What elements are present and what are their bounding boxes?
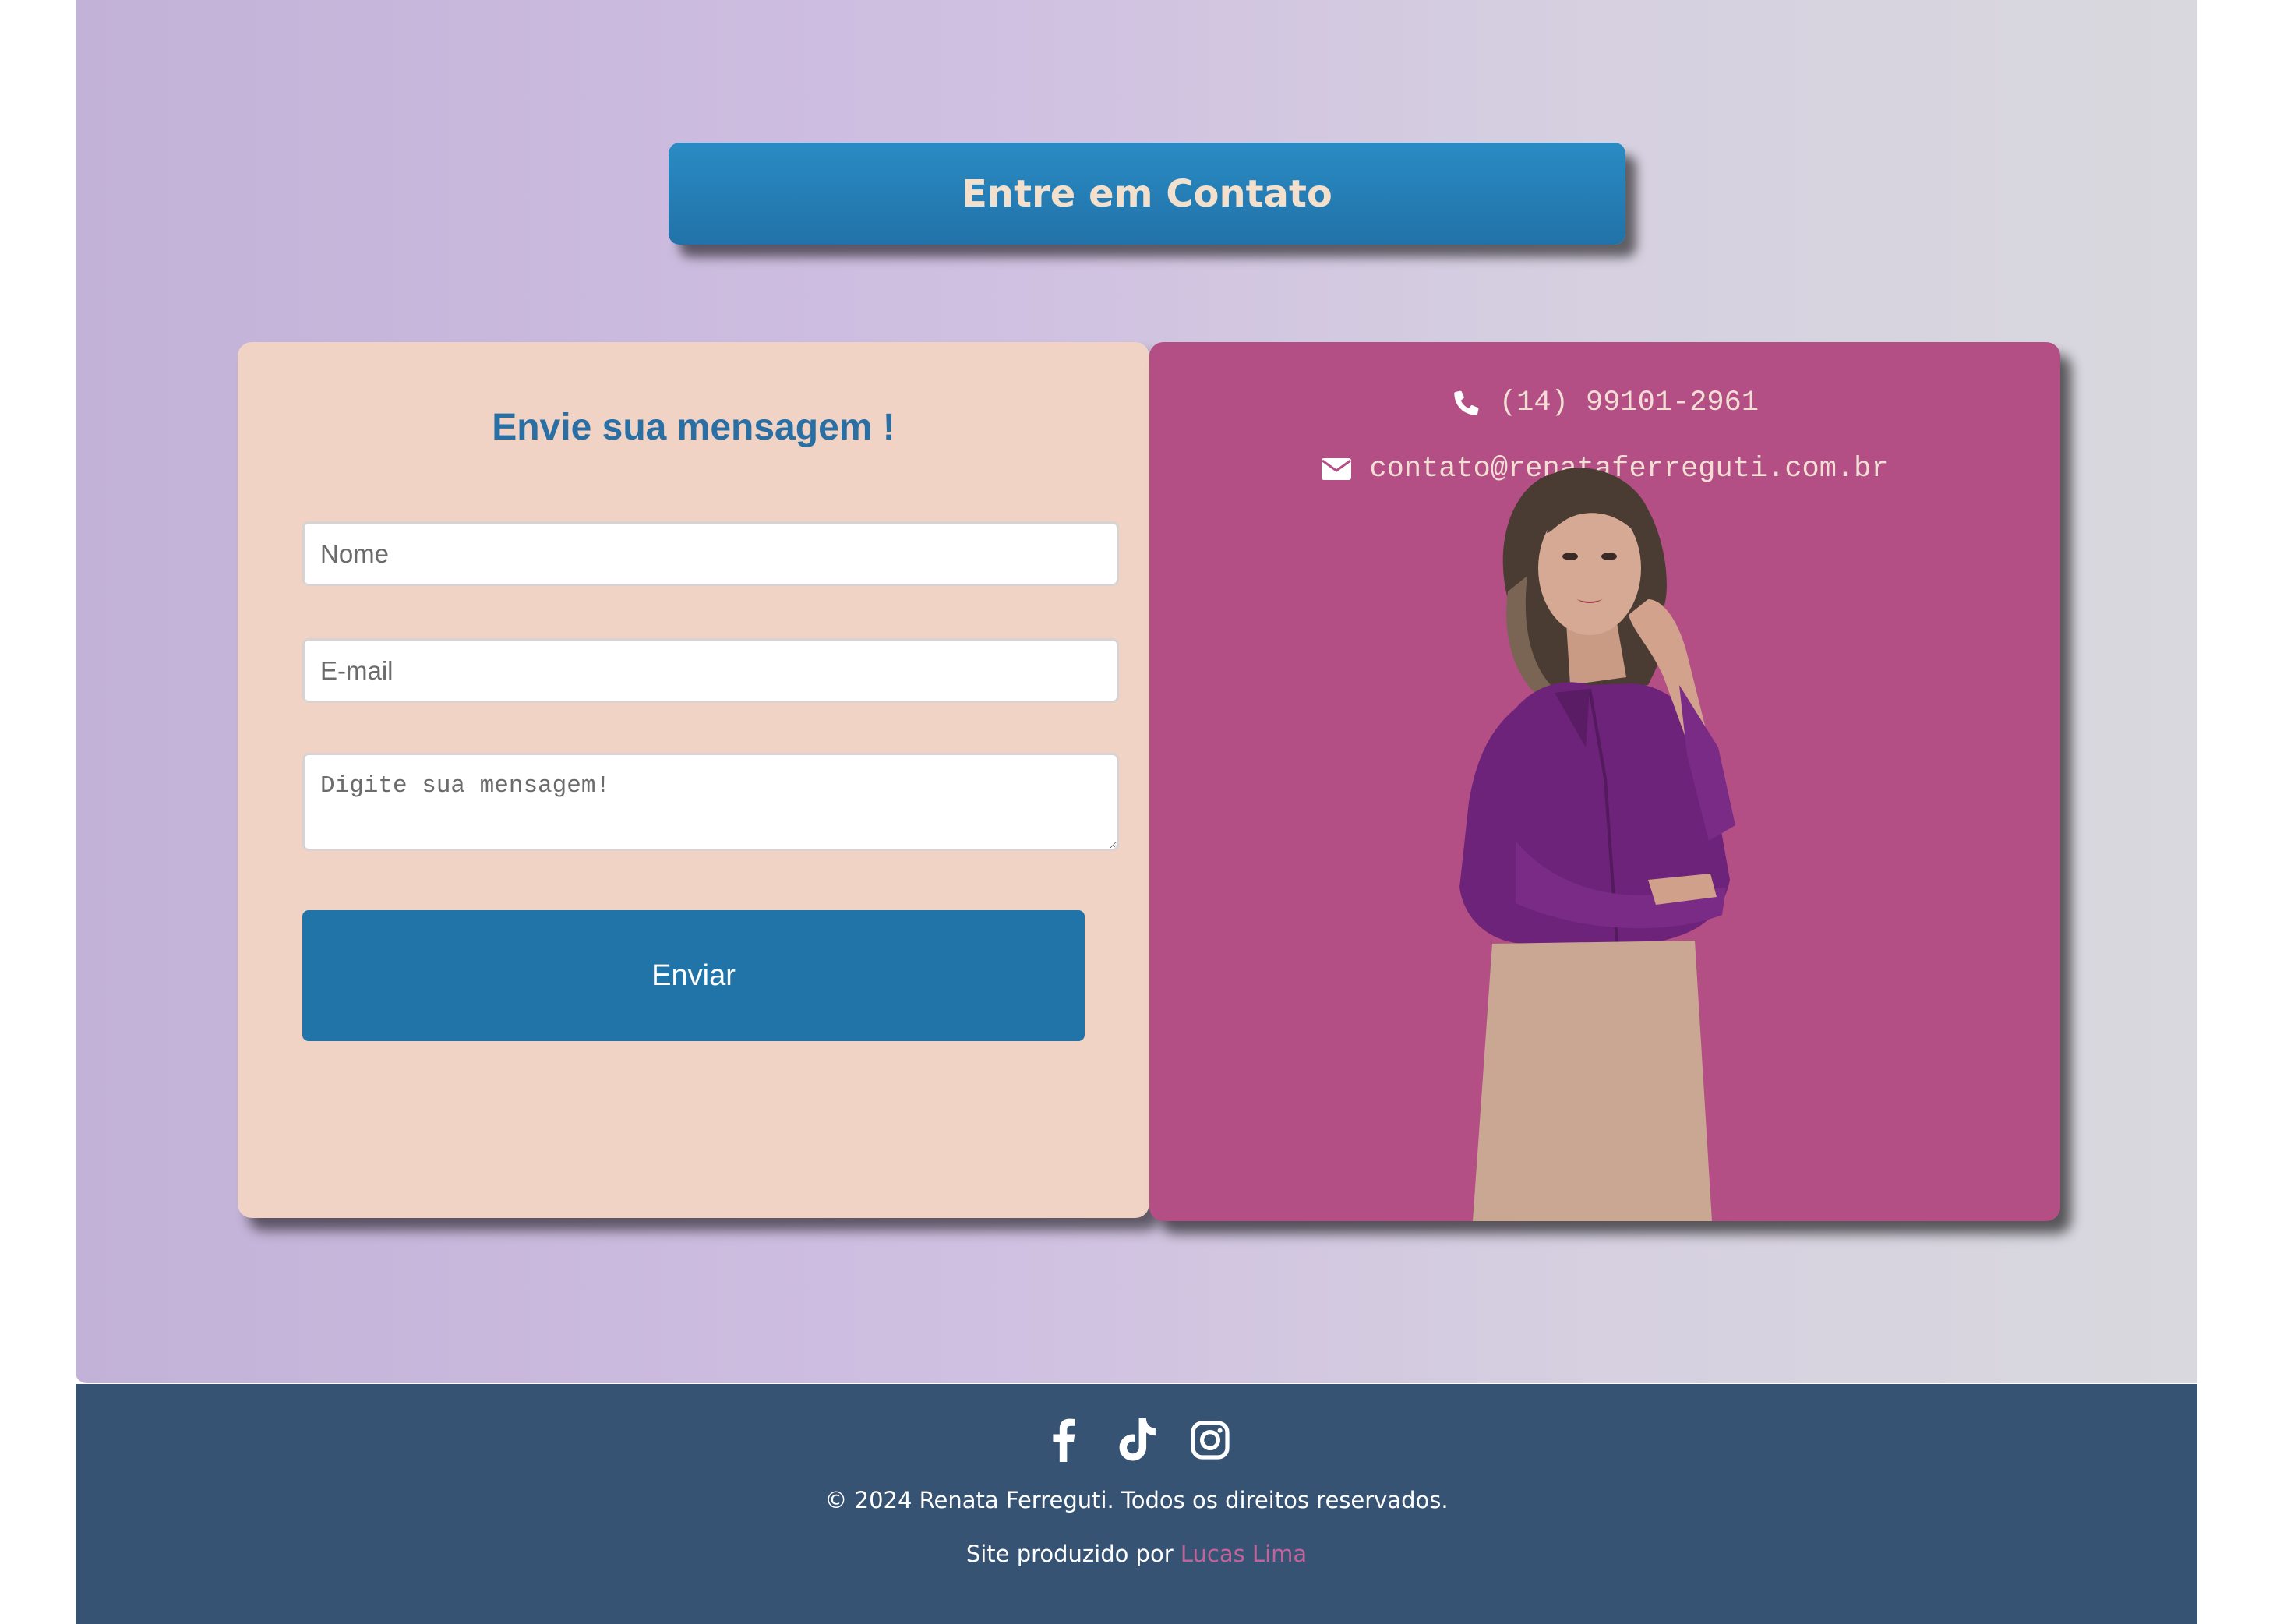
email-input[interactable] (302, 638, 1119, 703)
name-input[interactable] (302, 521, 1119, 586)
contact-form: Envie sua mensagem ! Enviar (238, 342, 1149, 1218)
credit-link[interactable]: Lucas Lima (1181, 1541, 1307, 1567)
send-button[interactable]: Enviar (302, 910, 1085, 1041)
message-textarea[interactable] (302, 753, 1119, 851)
contact-info-card: (14) 99101-2961 contato@renataferreguti.… (1149, 342, 2060, 1221)
form-title: Envie sua mensagem ! (492, 407, 895, 448)
section-title-button[interactable]: Entre em Contato (669, 143, 1625, 245)
copyright-text: © 2024 Renata Ferreguti. Todos os direit… (824, 1487, 1449, 1513)
credit-line: Site produzido por Lucas Lima (76, 1541, 2197, 1567)
contact-section: Entre em Contato Envie sua mensagem ! En… (76, 0, 2197, 1383)
tiktok-icon[interactable] (1117, 1418, 1157, 1462)
instagram-icon[interactable] (1190, 1418, 1230, 1462)
social-links (76, 1418, 2197, 1462)
portrait-photo (1459, 468, 1735, 1221)
facebook-icon[interactable] (1043, 1418, 1084, 1462)
section-title: Entre em Contato (962, 171, 1332, 216)
page: Entre em Contato Envie sua mensagem ! En… (76, 0, 2197, 1624)
credit-prefix: Site produzido por (965, 1541, 1181, 1567)
